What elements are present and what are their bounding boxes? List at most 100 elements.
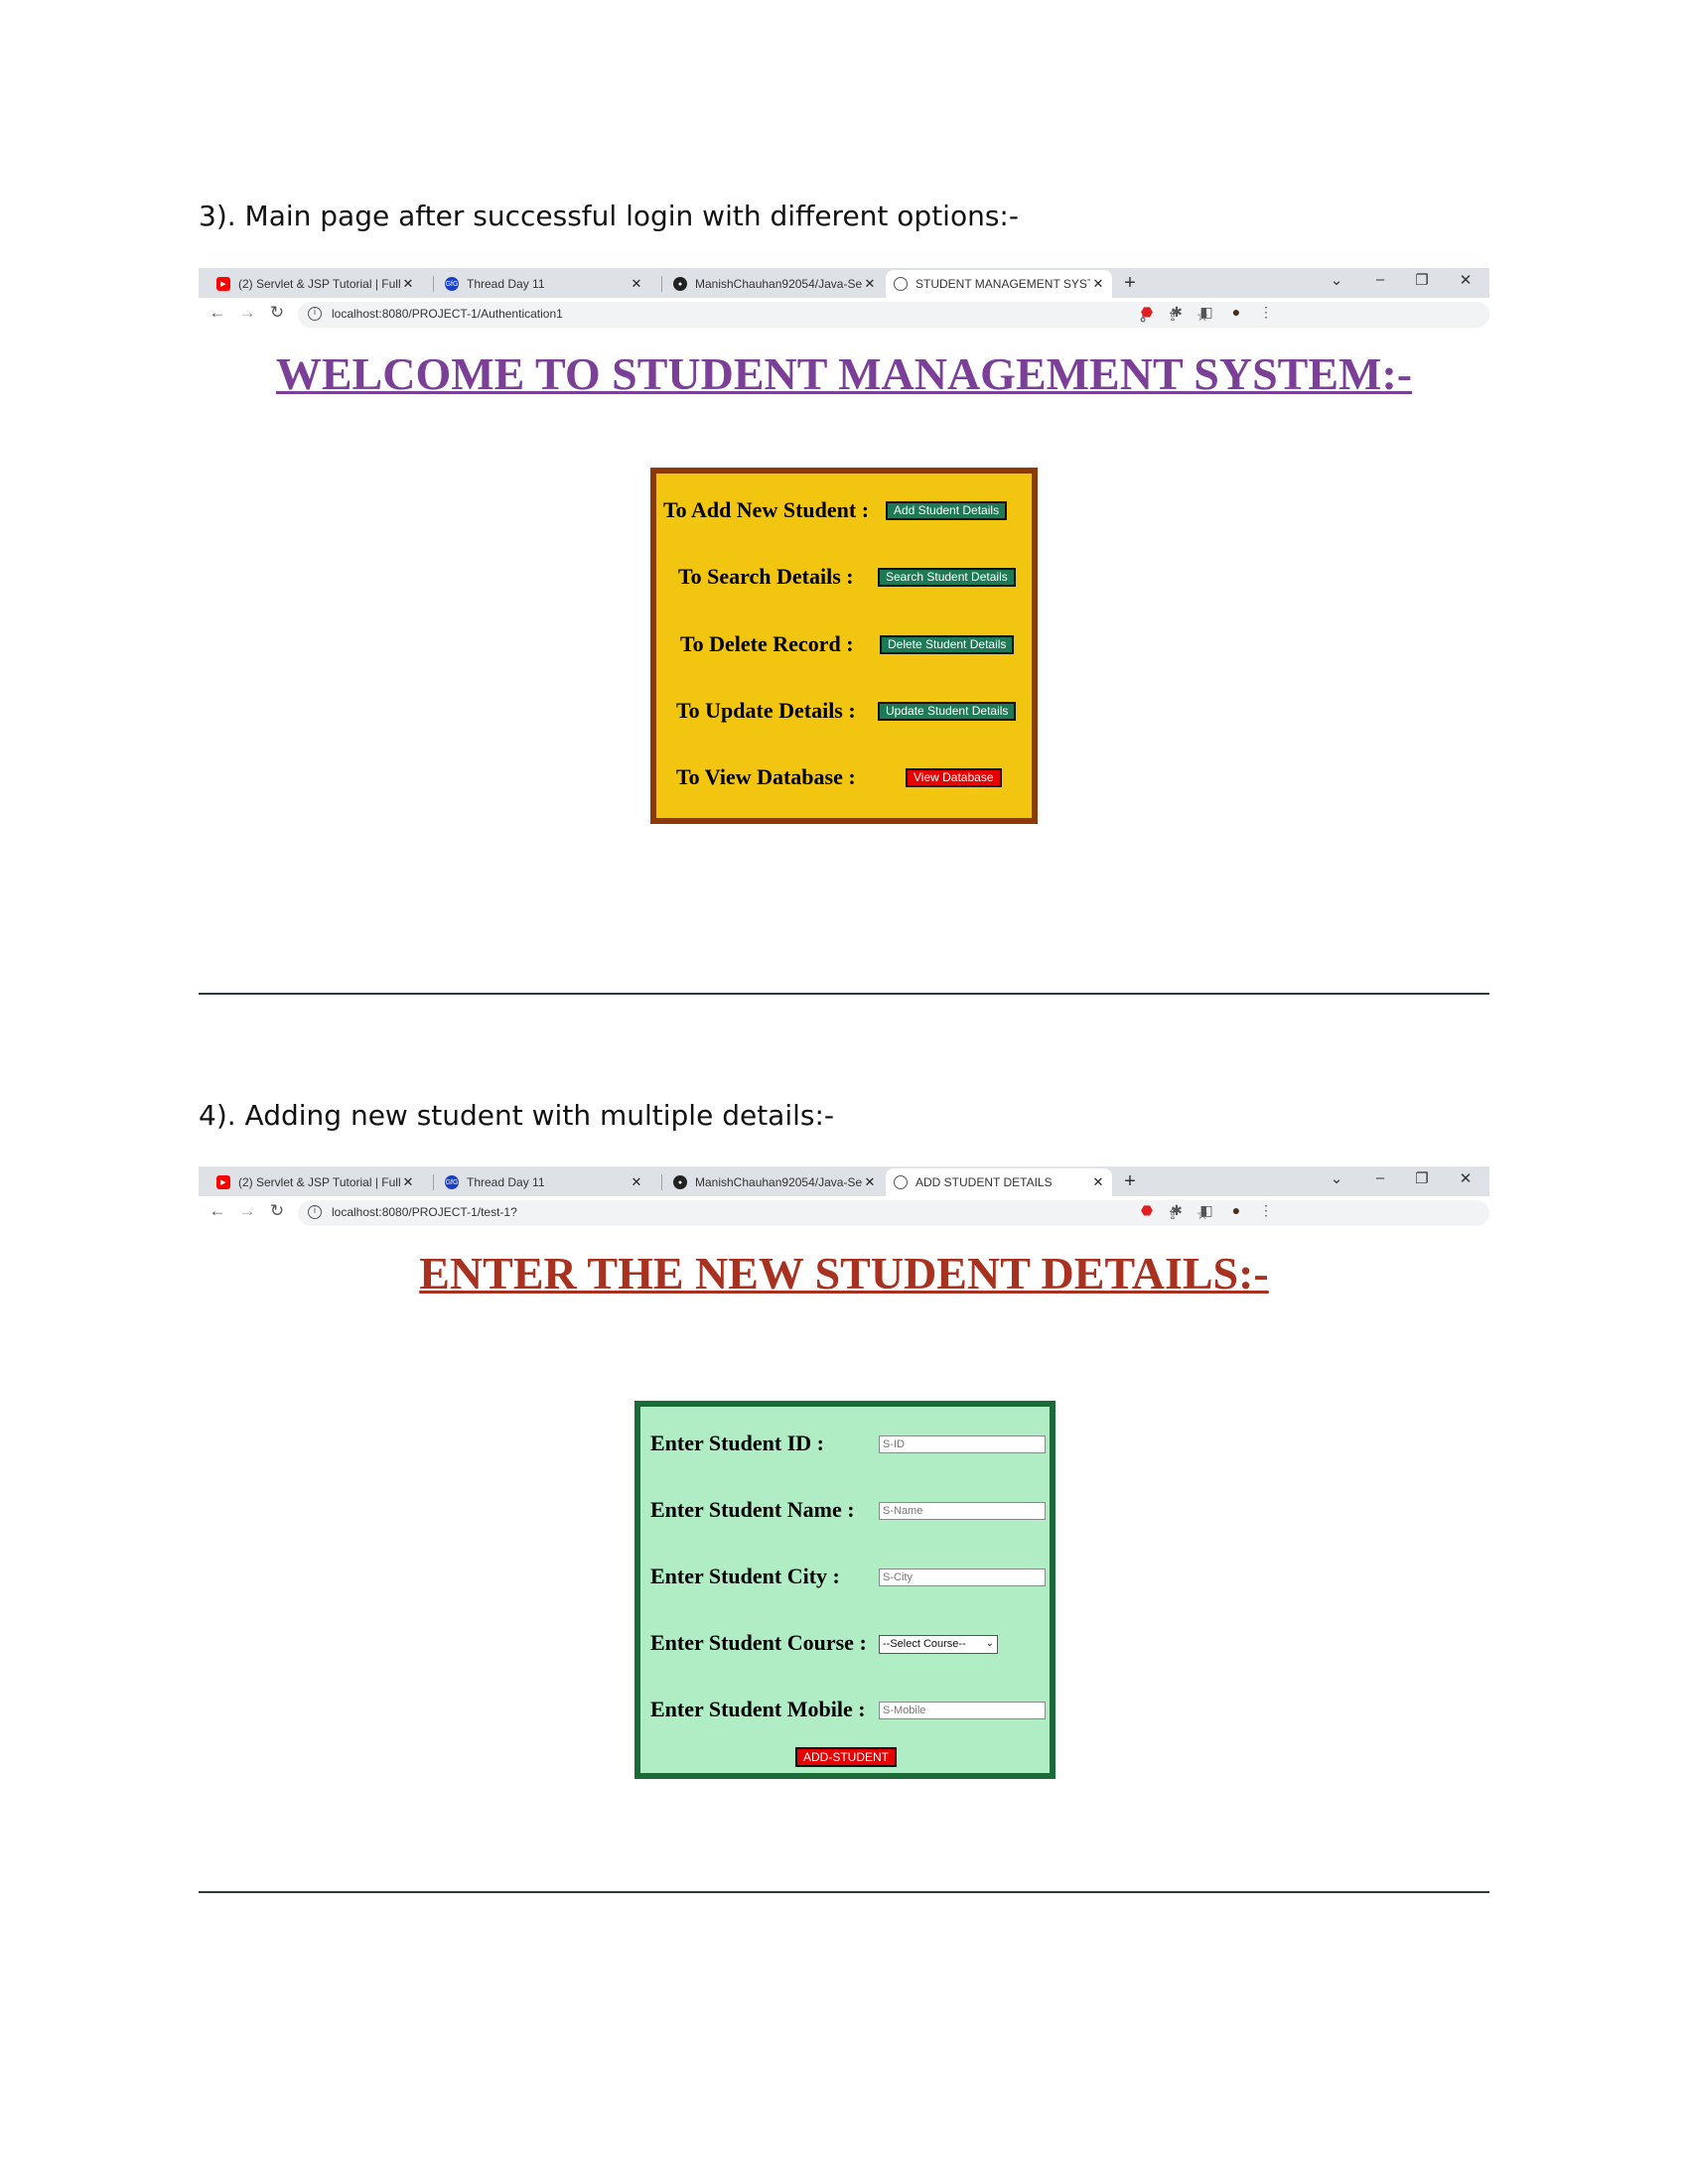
- close-window-button[interactable]: ✕: [1454, 271, 1477, 289]
- course-select[interactable]: --Select Course-- ⌄: [879, 1635, 998, 1654]
- globe-icon: [894, 1175, 908, 1189]
- tab-title: ADD STUDENT DETAILS: [915, 1175, 1053, 1189]
- youtube-icon: ▶: [216, 277, 230, 291]
- url-text: localhost:8080/PROJECT-1/test-1?: [332, 1205, 517, 1219]
- avatar[interactable]: ●: [1227, 304, 1245, 320]
- student-name-label: Enter Student Name :: [650, 1497, 855, 1522]
- adblock-icon[interactable]: ⬣: [1138, 1202, 1156, 1219]
- divider: [199, 993, 1489, 995]
- extensions-icon[interactable]: ✱: [1168, 1202, 1186, 1219]
- info-icon[interactable]: i: [308, 307, 322, 321]
- new-tab-button[interactable]: +: [1118, 272, 1142, 296]
- back-icon[interactable]: ←: [207, 303, 228, 323]
- avatar[interactable]: ●: [1227, 1202, 1245, 1218]
- tab-search-icon[interactable]: ⌄: [1325, 1169, 1348, 1187]
- chevron-down-icon: ⌄: [985, 1638, 994, 1649]
- address-bar[interactable]: i localhost:8080/PROJECT-1/test-1? ⇪ ☆: [298, 1200, 1489, 1226]
- reload-icon[interactable]: ↻: [266, 1201, 288, 1221]
- new-tab-button[interactable]: +: [1118, 1170, 1142, 1194]
- section-4-heading: 4). Adding new student with multiple det…: [199, 1099, 835, 1132]
- close-icon[interactable]: ✕: [629, 1174, 644, 1190]
- close-icon[interactable]: ✕: [862, 276, 878, 292]
- delete-student-button[interactable]: Delete Student Details: [880, 635, 1015, 654]
- tab-youtube[interactable]: ▶ (2) Servlet & JSP Tutorial | Full Co ✕: [209, 270, 422, 298]
- student-name-input[interactable]: [879, 1502, 1046, 1520]
- close-icon[interactable]: ✕: [862, 1174, 878, 1190]
- tab-student-management[interactable]: STUDENT MANAGEMENT SYSTE ✕: [886, 270, 1112, 298]
- minimize-button[interactable]: –: [1368, 1169, 1392, 1186]
- close-icon[interactable]: ✕: [629, 276, 644, 292]
- update-student-button[interactable]: Update Student Details: [878, 702, 1017, 721]
- globe-icon: [894, 277, 908, 291]
- adblock-icon[interactable]: ⬣: [1138, 304, 1156, 321]
- tab-add-student[interactable]: ADD STUDENT DETAILS ✕: [886, 1168, 1112, 1196]
- tab-thread[interactable]: GfG Thread Day 11 ✕: [437, 1168, 650, 1196]
- add-student-form: Enter Student ID : Enter Student Name : …: [634, 1401, 1055, 1779]
- option-label: To Search Details :: [678, 564, 854, 589]
- tab-strip: ▶ (2) Servlet & JSP Tutorial | Full Co ✕…: [199, 1166, 1489, 1196]
- options-panel: To Add New Student : Add Student Details…: [650, 468, 1038, 824]
- student-mobile-input[interactable]: [879, 1702, 1046, 1719]
- browser-window-2: ▶ (2) Servlet & JSP Tutorial | Full Co ✕…: [199, 1166, 1489, 1228]
- course-select-value: --Select Course--: [883, 1638, 966, 1650]
- option-row-add: To Add New Student : Add Student Details: [656, 495, 1032, 525]
- browser-window-1: ▶ (2) Servlet & JSP Tutorial | Full Co ✕…: [199, 268, 1489, 330]
- tab-youtube[interactable]: ▶ (2) Servlet & JSP Tutorial | Full Co ✕: [209, 1168, 422, 1196]
- view-database-button[interactable]: View Database: [906, 768, 1002, 787]
- add-student-button[interactable]: Add Student Details: [886, 501, 1008, 520]
- side-panel-icon[interactable]: ◧: [1197, 1202, 1215, 1219]
- close-icon[interactable]: ✕: [1090, 1174, 1106, 1190]
- tab-title: ManishChauhan92054/Java-Serv: [695, 1175, 862, 1189]
- browser-toolbar: ← → ↻ i localhost:8080/PROJECT-1/test-1?…: [199, 1196, 1489, 1228]
- option-row-search: To Search Details : Search Student Detai…: [656, 562, 1032, 592]
- reload-icon[interactable]: ↻: [266, 303, 288, 323]
- tab-thread[interactable]: GfG Thread Day 11 ✕: [437, 270, 650, 298]
- tab-title: ManishChauhan92054/Java-Serv: [695, 277, 862, 291]
- option-row-delete: To Delete Record : Delete Student Detail…: [656, 629, 1032, 659]
- welcome-title: WELCOME TO STUDENT MANAGEMENT SYSTEM:-: [275, 348, 1413, 399]
- restore-button[interactable]: ❐: [1410, 1169, 1434, 1187]
- option-label: To Add New Student :: [663, 497, 870, 522]
- tab-github[interactable]: ● ManishChauhan92054/Java-Serv ✕: [665, 1168, 884, 1196]
- restore-button[interactable]: ❐: [1410, 271, 1434, 289]
- student-city-input[interactable]: [879, 1569, 1046, 1586]
- close-icon[interactable]: ✕: [1090, 276, 1106, 292]
- gfg-icon: GfG: [445, 277, 459, 291]
- extensions-icon[interactable]: ✱: [1168, 304, 1186, 321]
- tab-title: (2) Servlet & JSP Tutorial | Full Co: [238, 277, 400, 291]
- tab-search-icon[interactable]: ⌄: [1325, 271, 1348, 289]
- gfg-icon: GfG: [445, 1175, 459, 1189]
- student-id-input[interactable]: [879, 1435, 1046, 1453]
- option-row-update: To Update Details : Update Student Detai…: [656, 696, 1032, 726]
- option-label: To View Database :: [676, 764, 856, 789]
- student-city-label: Enter Student City :: [650, 1564, 840, 1588]
- student-mobile-label: Enter Student Mobile :: [650, 1697, 866, 1721]
- close-icon[interactable]: ✕: [400, 1174, 416, 1190]
- menu-icon[interactable]: ⋮: [1257, 304, 1275, 321]
- student-id-label: Enter Student ID :: [650, 1431, 825, 1455]
- github-icon: ●: [673, 1175, 687, 1189]
- add-student-title: ENTER THE NEW STUDENT DETAILS:-: [419, 1248, 1269, 1298]
- menu-icon[interactable]: ⋮: [1257, 1202, 1275, 1219]
- add-student-submit-button[interactable]: ADD-STUDENT: [795, 1747, 897, 1767]
- back-icon[interactable]: ←: [207, 1201, 228, 1221]
- forward-icon[interactable]: →: [236, 1201, 258, 1221]
- tab-title: (2) Servlet & JSP Tutorial | Full Co: [238, 1175, 400, 1189]
- address-bar[interactable]: i localhost:8080/PROJECT-1/Authenticatio…: [298, 302, 1489, 328]
- close-icon[interactable]: ✕: [400, 276, 416, 292]
- info-icon[interactable]: i: [308, 1205, 322, 1219]
- url-text: localhost:8080/PROJECT-1/Authentication1: [332, 307, 563, 321]
- browser-toolbar: ← → ↻ i localhost:8080/PROJECT-1/Authent…: [199, 298, 1489, 330]
- side-panel-icon[interactable]: ◧: [1197, 304, 1215, 321]
- forward-icon[interactable]: →: [236, 303, 258, 323]
- tab-strip: ▶ (2) Servlet & JSP Tutorial | Full Co ✕…: [199, 268, 1489, 298]
- option-row-view: To View Database : View Database: [656, 762, 1032, 792]
- option-label: To Delete Record :: [680, 631, 854, 656]
- student-course-label: Enter Student Course :: [650, 1630, 867, 1655]
- minimize-button[interactable]: –: [1368, 271, 1392, 288]
- section-3-heading: 3). Main page after successful login wit…: [199, 200, 1019, 232]
- close-window-button[interactable]: ✕: [1454, 1169, 1477, 1187]
- tab-github[interactable]: ● ManishChauhan92054/Java-Serv ✕: [665, 270, 884, 298]
- youtube-icon: ▶: [216, 1175, 230, 1189]
- search-student-button[interactable]: Search Student Details: [878, 568, 1016, 587]
